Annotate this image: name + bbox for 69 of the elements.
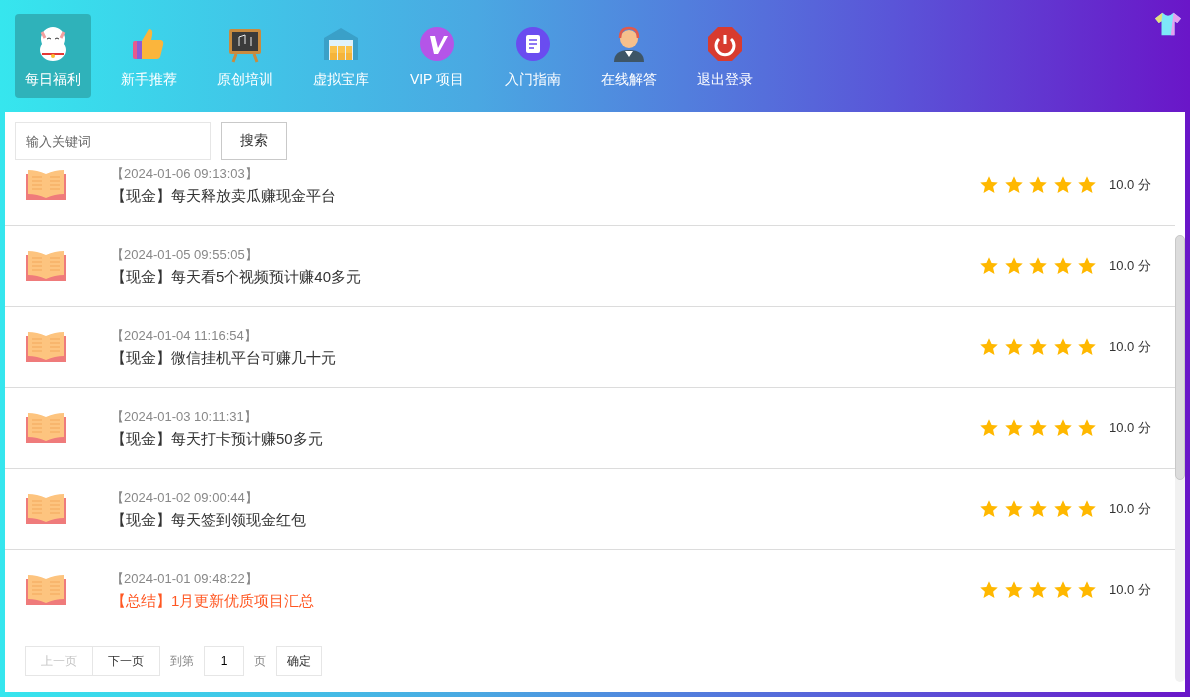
star-icon: [979, 337, 999, 357]
search-button[interactable]: 搜索: [221, 122, 287, 160]
star-icon: [1052, 418, 1073, 438]
rating-score: 10.0 分: [1109, 176, 1152, 194]
open-book-icon: [25, 249, 67, 283]
post-title-link[interactable]: 【总结】1月更新优质项目汇总: [111, 591, 315, 611]
post-date: 【2024-01-05 09:55:05】: [111, 245, 258, 264]
rating-score: 10.0 分: [1109, 581, 1152, 599]
star-icon: [1077, 337, 1097, 357]
open-book-icon: [25, 492, 67, 526]
star-icon: [1028, 256, 1048, 276]
star-icon: [1028, 418, 1048, 438]
star-icon: [979, 418, 999, 438]
post-date: 【2024-01-01 09:48:22】: [111, 569, 258, 588]
post-date: 【2024-01-06 09:13:03】: [111, 164, 258, 183]
star-icon: [1077, 418, 1097, 438]
post-title-link[interactable]: 【现金】每天签到领现金红包: [111, 510, 306, 530]
star-icon: [1052, 499, 1073, 519]
star-icon: [1003, 256, 1024, 276]
rating-score: 10.0 分: [1109, 419, 1152, 437]
nav-tab[interactable]: 入门指南: [495, 14, 571, 98]
search-field[interactable]: 输入关键词: [15, 122, 211, 160]
scrollbar[interactable]: [1175, 235, 1185, 682]
open-book-icon: [25, 330, 67, 364]
tshirt-icon[interactable]: [1153, 11, 1183, 37]
post-title-link[interactable]: 【现金】微信挂机平台可赚几十元: [111, 348, 336, 368]
rating-score: 10.0 分: [1109, 338, 1152, 356]
star-icon: [1003, 337, 1024, 357]
post-title-link[interactable]: 【现金】每天看5个视频预计赚40多元: [111, 267, 362, 287]
post-date: 【2024-01-02 09:00:44】: [111, 488, 258, 507]
star-icon: [1052, 175, 1073, 195]
star-icon: [1077, 256, 1097, 276]
star-icon: [1003, 499, 1024, 519]
nav-tab[interactable]: 每日福利: [15, 14, 91, 98]
star-icon: [1003, 418, 1024, 438]
star-icon: [1003, 580, 1024, 600]
star-icon: [1028, 580, 1048, 600]
nav-tab[interactable]: 虚拟宝库: [303, 14, 379, 98]
star-icon: [1077, 580, 1097, 600]
star-icon: [1028, 175, 1048, 195]
star-icon: [1028, 337, 1048, 357]
nav-tab[interactable]: 在线解答: [591, 14, 667, 98]
star-icon: [1028, 499, 1048, 519]
confirm-button[interactable]: 确定: [276, 646, 322, 676]
open-book-icon: [25, 411, 67, 445]
post-date: 【2024-01-03 10:11:31】: [111, 407, 257, 426]
open-book-icon: [25, 168, 67, 202]
star-icon: [1052, 256, 1073, 276]
star-icon: [979, 499, 999, 519]
star-icon: [979, 175, 999, 195]
star-icon: [1052, 337, 1073, 357]
nav-tab[interactable]: VIP 项目: [399, 14, 475, 98]
page-unit-label: 页: [254, 652, 266, 670]
star-icon: [979, 256, 999, 276]
star-icon: [1052, 580, 1073, 600]
nav-tab[interactable]: 退出登录: [687, 14, 763, 98]
open-book-icon: [25, 573, 67, 607]
star-icon: [979, 580, 999, 600]
post-title-link[interactable]: 【现金】每天释放卖瓜赚现金平台: [111, 186, 336, 206]
rating-score: 10.0 分: [1109, 257, 1152, 275]
star-icon: [1077, 499, 1097, 519]
goto-label: 到第: [170, 652, 194, 670]
page-number-field[interactable]: 1: [204, 646, 244, 676]
rating-score: 10.0 分: [1109, 500, 1152, 518]
star-icon: [1077, 175, 1097, 195]
next-page-button[interactable]: 下一页: [93, 646, 160, 676]
post-title-link[interactable]: 【现金】每天打卡预计赚50多元: [111, 429, 323, 449]
star-icon: [1003, 175, 1024, 195]
post-date: 【2024-01-04 11:16:54】: [111, 326, 257, 345]
